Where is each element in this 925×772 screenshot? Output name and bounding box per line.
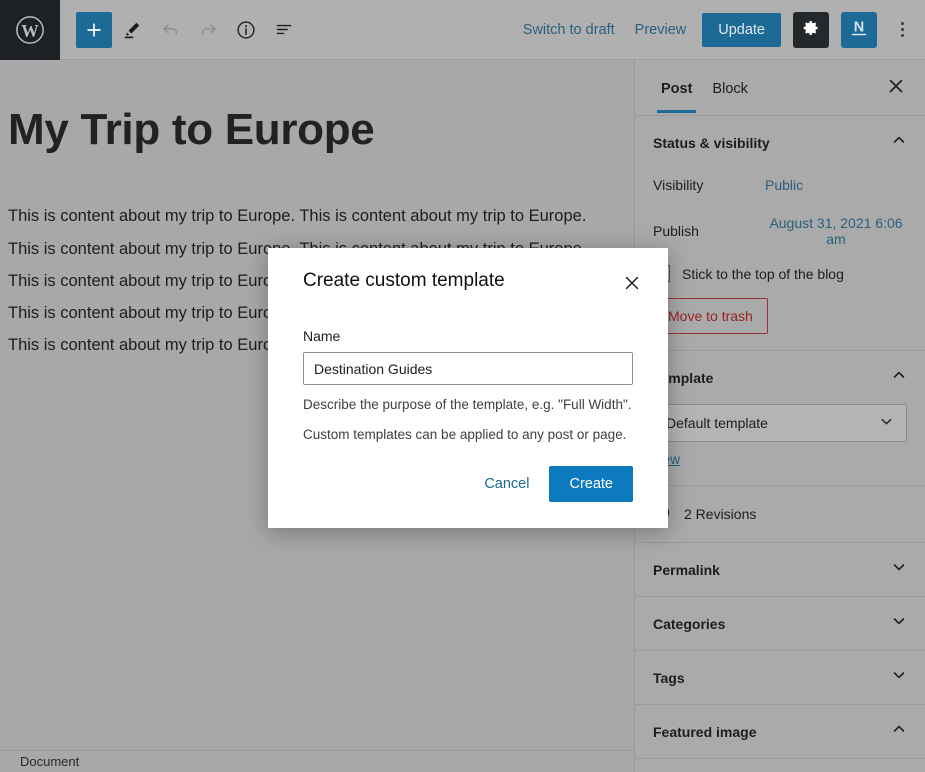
settings-button[interactable] xyxy=(793,12,829,48)
chevron-up-icon xyxy=(891,721,907,742)
panel-permalink: Permalink xyxy=(635,543,925,597)
wordpress-logo-icon: W xyxy=(15,15,45,45)
svg-text:N: N xyxy=(854,20,864,36)
close-sidebar-button[interactable] xyxy=(881,73,911,103)
sidebar-tablist: Post Block xyxy=(635,60,925,116)
panel-featured-image: Featured image xyxy=(635,705,925,759)
template-name-input[interactable] xyxy=(303,352,633,385)
revisions-label: 2 Revisions xyxy=(684,506,756,522)
details-button[interactable] xyxy=(228,12,264,48)
move-to-trash-button[interactable]: Move to trash xyxy=(653,298,768,334)
newspack-button[interactable]: N xyxy=(841,12,877,48)
tools-button[interactable] xyxy=(114,12,150,48)
panel-tags-header[interactable]: Tags xyxy=(635,651,925,704)
template-select[interactable]: Default template xyxy=(653,404,907,442)
info-circle-icon xyxy=(235,19,257,41)
breadcrumb-document[interactable]: Document xyxy=(20,754,79,769)
visibility-label: Visibility xyxy=(653,177,765,193)
undo-button[interactable] xyxy=(152,12,188,48)
paragraph-block[interactable]: This is content about my trip to Europe.… xyxy=(8,200,598,232)
panel-title: Featured image xyxy=(653,724,756,740)
panel-template: Template Default template xyxy=(635,351,925,486)
vertical-dots-icon xyxy=(901,22,904,37)
panel-title: Status & visibility xyxy=(653,135,770,151)
modal-close-button[interactable] xyxy=(618,270,646,298)
redo-arrow-icon xyxy=(198,19,219,40)
list-view-button[interactable] xyxy=(266,12,302,48)
newspack-n-icon: N xyxy=(847,16,871,43)
panel-status-visibility-body: Visibility Public Publish August 31, 202… xyxy=(635,169,925,350)
panel-title: Permalink xyxy=(653,562,720,578)
add-block-button[interactable] xyxy=(76,12,112,48)
panel-tags: Tags xyxy=(635,651,925,705)
update-button[interactable]: Update xyxy=(702,13,781,47)
publish-date-button[interactable]: August 31, 2021 6:06 am xyxy=(765,215,907,247)
modal-header: Create custom template xyxy=(268,248,668,298)
panel-title: Categories xyxy=(653,616,725,632)
panel-status-visibility-header[interactable]: Status & visibility xyxy=(635,116,925,169)
chevron-up-icon xyxy=(891,367,907,388)
modal-actions: Cancel Create xyxy=(268,444,668,502)
redo-button[interactable] xyxy=(190,12,226,48)
panel-categories-header[interactable]: Categories xyxy=(635,597,925,650)
close-icon xyxy=(888,78,904,97)
primary-toolbar-tools xyxy=(60,12,302,48)
template-select-value: Default template xyxy=(666,415,768,431)
publish-row: Publish August 31, 2021 6:06 am xyxy=(653,207,907,261)
chevron-down-icon xyxy=(891,613,907,634)
panel-status-visibility: Status & visibility Visibility Public Pu… xyxy=(635,116,925,351)
pencil-icon xyxy=(122,19,143,40)
cancel-button[interactable]: Cancel xyxy=(478,467,535,501)
switch-to-draft-button[interactable]: Switch to draft xyxy=(519,16,619,44)
list-view-icon xyxy=(274,19,295,40)
undo-arrow-icon xyxy=(160,19,181,40)
wordpress-logo-button[interactable]: W xyxy=(0,0,60,60)
header-actions: Switch to draft Preview Update N xyxy=(519,12,925,48)
panel-permalink-header[interactable]: Permalink xyxy=(635,543,925,596)
sticky-post-row: Stick to the top of the blog xyxy=(653,261,907,298)
create-button[interactable]: Create xyxy=(549,466,633,502)
visibility-value-button[interactable]: Public xyxy=(765,177,803,193)
create-custom-template-modal: Create custom template Name Describe the… xyxy=(268,248,668,528)
chevron-down-icon xyxy=(891,667,907,688)
editor-header-toolbar: W xyxy=(0,0,925,60)
more-options-button[interactable] xyxy=(889,12,915,48)
panel-template-body: Default template New xyxy=(635,404,925,485)
panel-template-header[interactable]: Template xyxy=(635,351,925,404)
modal-title: Create custom template xyxy=(303,270,505,292)
panel-title: Tags xyxy=(653,670,685,686)
wordpress-block-editor: W xyxy=(0,0,925,772)
publish-label: Publish xyxy=(653,223,765,239)
template-name-label: Name xyxy=(303,328,633,344)
settings-sidebar: Post Block Status & visibility xyxy=(634,60,925,772)
editor-breadcrumb-bar: Document xyxy=(0,750,634,772)
panel-categories: Categories xyxy=(635,597,925,651)
chevron-up-icon xyxy=(891,132,907,153)
modal-help-line-1: Describe the purpose of the template, e.… xyxy=(303,395,633,415)
revisions-button[interactable]: 2 Revisions xyxy=(635,486,925,542)
close-icon xyxy=(624,275,640,294)
post-title-field[interactable]: My Trip to Europe xyxy=(8,106,598,154)
chevron-down-icon xyxy=(891,559,907,580)
visibility-row: Visibility Public xyxy=(653,169,907,207)
modal-help-line-2: Custom templates can be applied to any p… xyxy=(303,425,633,445)
tab-post[interactable]: Post xyxy=(651,63,702,113)
plus-icon xyxy=(84,20,104,40)
svg-text:W: W xyxy=(21,20,39,40)
tab-block[interactable]: Block xyxy=(702,63,757,113)
preview-button[interactable]: Preview xyxy=(631,16,691,44)
panel-featured-image-header[interactable]: Featured image xyxy=(635,705,925,758)
sticky-post-label[interactable]: Stick to the top of the blog xyxy=(682,266,844,282)
modal-body: Name Describe the purpose of the templat… xyxy=(268,298,668,444)
panel-revisions: 2 Revisions xyxy=(635,486,925,543)
gear-icon xyxy=(801,18,821,41)
chevron-down-icon xyxy=(879,414,894,432)
